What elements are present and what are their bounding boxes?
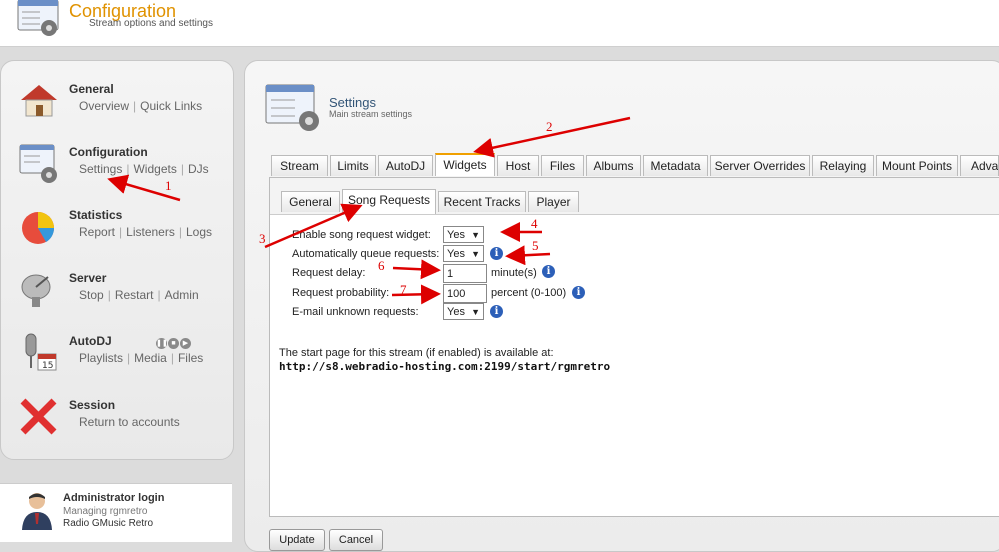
admin-station: Radio GMusic Retro — [63, 518, 154, 529]
email-unknown-select[interactable]: Yes ▼ — [443, 303, 484, 320]
annotation-6: 6 — [378, 258, 385, 273]
settings-window-icon — [265, 84, 319, 131]
annotation-5: 5 — [532, 238, 539, 253]
avatar — [22, 493, 52, 530]
request-probability-input[interactable]: 100 — [443, 284, 487, 303]
info-icon[interactable]: i — [490, 305, 503, 318]
update-button[interactable]: Update — [269, 529, 325, 551]
configuration-icon — [19, 144, 57, 183]
enable-widget-select[interactable]: Yes ▼ — [443, 226, 484, 243]
start-page-notice: The start page for this stream (if enabl… — [279, 347, 554, 359]
sidebar-title-session: Session — [69, 398, 116, 412]
start-page-url[interactable]: http://s8.webradio-hosting.com:2199/star… — [279, 360, 610, 373]
sidebar-item-configuration: Configuration Settings | Widgets | DJs — [18, 143, 218, 199]
close-x-icon — [20, 398, 57, 435]
email-unknown-value: Yes — [447, 306, 465, 318]
svg-text:15: 15 — [42, 361, 53, 371]
label-request-delay: Request delay: — [292, 267, 366, 279]
satellite-dish-icon — [21, 274, 51, 307]
tab-metadata[interactable]: Metadata — [643, 155, 708, 176]
label-email-unknown: E-mail unknown requests: — [292, 306, 419, 318]
annotation-2: 2 — [546, 119, 553, 134]
label-request-probability: Request probability: — [292, 287, 390, 299]
annotation-7: 7 — [400, 282, 407, 297]
pie-chart-icon — [22, 212, 55, 244]
chevron-down-icon: ▼ — [471, 230, 480, 240]
subtab-player[interactable]: Player — [528, 191, 579, 212]
page-header: Configuration Stream options and setting… — [0, 0, 999, 47]
subtab-recent-tracks[interactable]: Recent Tracks — [438, 191, 526, 212]
info-icon[interactable]: i — [572, 286, 585, 299]
cancel-button[interactable]: Cancel — [329, 529, 383, 551]
tab-server-overrides[interactable]: Server Overrides — [710, 155, 810, 176]
delay-unit: minute(s) — [491, 267, 537, 279]
sidebar-link-settings[interactable]: Settings — [79, 162, 122, 176]
sidebar-link-files[interactable]: Files — [178, 351, 203, 365]
tab-mount-points[interactable]: Mount Points — [876, 155, 958, 176]
probability-unit: percent (0-100) — [491, 287, 567, 299]
admin-name: Administrator login — [63, 492, 165, 504]
sidebar-item-statistics: Statistics Report | Listeners | Logs — [18, 206, 218, 262]
tab-albums[interactable]: Albums — [586, 155, 641, 176]
sidebar-link-report[interactable]: Report — [79, 225, 115, 239]
info-icon[interactable]: i — [490, 247, 503, 260]
sidebar-link-overview[interactable]: Overview — [79, 99, 129, 113]
sidebar-title-autodj: AutoDJ — [69, 334, 112, 348]
sidebar-link-admin[interactable]: Admin — [165, 288, 199, 302]
settings-title: Settings — [329, 95, 376, 110]
tab-advanced[interactable]: Advar — [960, 155, 999, 176]
sidebar-item-autodj: 15 AutoDJ ❚❚ ■ ▶ Playlists | Media | Files — [18, 332, 218, 388]
sidebar-link-media[interactable]: Media — [134, 351, 167, 365]
label-auto-queue: Automatically queue requests: — [292, 248, 440, 260]
sidebar-link-listeners[interactable]: Listeners — [126, 225, 175, 239]
sidebar-link-stop[interactable]: Stop — [79, 288, 104, 302]
sidebar-title-statistics: Statistics — [69, 208, 123, 222]
sidebar-link-playlists[interactable]: Playlists — [79, 351, 123, 365]
sidebar-link-logs[interactable]: Logs — [186, 225, 212, 239]
auto-queue-value: Yes — [447, 248, 465, 260]
subtab-song-requests[interactable]: Song Requests — [342, 189, 436, 214]
label-enable-widget: Enable song request widget: — [292, 229, 431, 241]
skip-icon[interactable]: ▶ — [180, 338, 191, 349]
sidebar-item-general: General Overview | Quick Links — [18, 80, 218, 136]
sidebar-title-configuration: Configuration — [69, 145, 148, 159]
sidebar-item-session: Session Return to accounts — [18, 396, 218, 452]
stop-icon[interactable]: ■ — [168, 338, 179, 349]
admin-managing: Managing rgmretro — [63, 506, 148, 517]
chevron-down-icon: ▼ — [471, 249, 480, 259]
tab-relaying[interactable]: Relaying — [812, 155, 874, 176]
sidebar-link-return-to-accounts[interactable]: Return to accounts — [79, 415, 180, 429]
annotation-3: 3 — [259, 231, 266, 246]
sidebar-title-server: Server — [69, 271, 107, 285]
enable-widget-value: Yes — [447, 229, 465, 241]
admin-login-box: Administrator login Managing rgmretro Ra… — [0, 483, 232, 542]
auto-queue-select[interactable]: Yes ▼ — [443, 245, 484, 262]
chevron-down-icon: ▼ — [471, 307, 480, 317]
sidebar-link-quick-links[interactable]: Quick Links — [140, 99, 202, 113]
tab-host[interactable]: Host — [497, 155, 539, 176]
sidebar-link-djs[interactable]: DJs — [188, 162, 209, 176]
sidebar-title-general: General — [69, 82, 114, 96]
subtab-general[interactable]: General — [281, 191, 340, 212]
tab-files[interactable]: Files — [541, 155, 584, 176]
tab-stream[interactable]: Stream — [271, 155, 328, 176]
tab-limits[interactable]: Limits — [330, 155, 376, 176]
annotation-1: 1 — [165, 178, 172, 193]
pause-icon[interactable]: ❚❚ — [156, 338, 168, 349]
sidebar-item-server: Server Stop | Restart | Admin — [18, 269, 218, 325]
page-subtitle: Stream options and settings — [89, 18, 213, 29]
sidebar-link-widgets[interactable]: Widgets — [133, 162, 176, 176]
tab-autodj[interactable]: AutoDJ — [378, 155, 433, 176]
annotation-4: 4 — [531, 216, 538, 231]
configuration-window-icon — [17, 0, 59, 36]
house-icon — [21, 85, 57, 117]
tab-widgets[interactable]: Widgets — [435, 153, 495, 176]
request-delay-input[interactable]: 1 — [443, 264, 487, 283]
sidebar-link-restart[interactable]: Restart — [115, 288, 154, 302]
info-icon[interactable]: i — [542, 265, 555, 278]
microphone-calendar-icon: 15 — [25, 333, 57, 371]
settings-subtitle: Main stream settings — [329, 109, 413, 119]
